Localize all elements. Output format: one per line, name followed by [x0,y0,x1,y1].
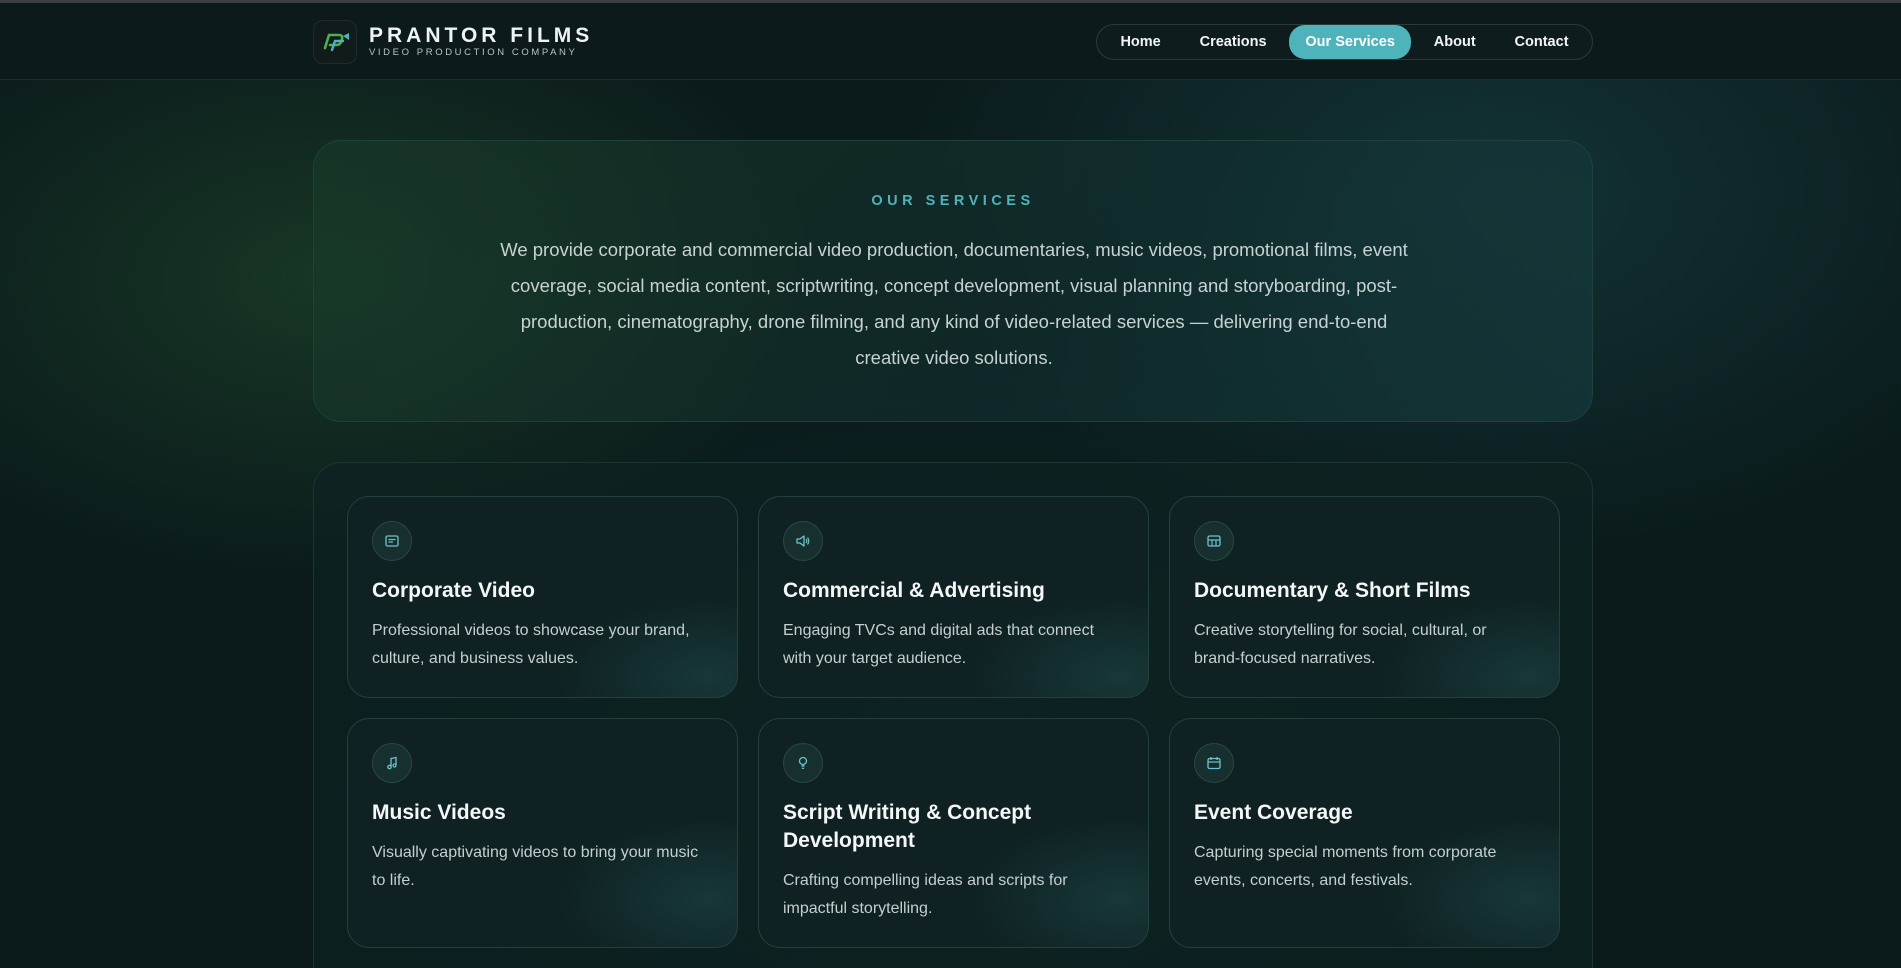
service-desc: Professional videos to showcase your bra… [372,622,690,667]
intro-text: We provide corporate and commercial vide… [500,239,1408,368]
service-title: Event Coverage [1194,801,1353,824]
service-card-documentary[interactable]: Documentary & Short Films Creative story… [1169,496,1560,698]
nav-creations[interactable]: Creations [1184,25,1283,59]
service-card-corporate[interactable]: Corporate Video Professional videos to s… [347,496,738,698]
film-logo-icon [313,20,357,64]
megaphone-icon [783,521,823,561]
calendar-icon [1194,743,1234,783]
service-card-commercial[interactable]: Commercial & Advertising Engaging TVCs a… [758,496,1149,698]
brand-tagline: VIDEO PRODUCTION COMPANY [369,47,578,58]
services-intro: OUR SERVICES We provide corporate and co… [313,140,1593,422]
film-icon [1194,521,1234,561]
music-note-icon [372,743,412,783]
brand-name: PRANTOR FILMS [369,24,594,47]
main-nav: Home Creations Our Services About Contac… [1096,24,1593,60]
nav-home[interactable]: Home [1104,25,1176,59]
service-title: Script Writing & Concept Development [783,801,1032,852]
service-title: Music Videos [372,801,506,824]
nav-our-services[interactable]: Our Services [1289,25,1411,59]
site-header: PRANTOR FILMS VIDEO PRODUCTION COMPANY H… [0,3,1901,80]
brand[interactable]: PRANTOR FILMS VIDEO PRODUCTION COMPANY [313,20,593,64]
service-desc: Visually captivating videos to bring you… [372,844,699,889]
service-card-script[interactable]: Script Writing & Concept Development Cra… [758,718,1149,948]
nav-contact[interactable]: Contact [1499,25,1585,59]
service-desc: Engaging TVCs and digital ads that conne… [783,622,1095,667]
briefcase-icon [372,521,412,561]
service-desc: Creative storytelling for social, cultur… [1194,622,1487,667]
service-title: Documentary & Short Films [1194,579,1471,602]
nav-about[interactable]: About [1418,25,1492,59]
services-grid: Corporate Video Professional videos to s… [313,462,1593,968]
service-title: Commercial & Advertising [783,579,1045,602]
service-card-event[interactable]: Event Coverage Capturing special moments… [1169,718,1560,948]
service-desc: Capturing special moments from corporate… [1194,844,1497,889]
service-card-music[interactable]: Music Videos Visually captivating videos… [347,718,738,948]
section-eyebrow: OUR SERVICES [871,193,1035,209]
lightbulb-icon [783,743,823,783]
service-desc: Crafting compelling ideas and scripts fo… [783,872,1068,917]
service-title: Corporate Video [372,579,535,602]
